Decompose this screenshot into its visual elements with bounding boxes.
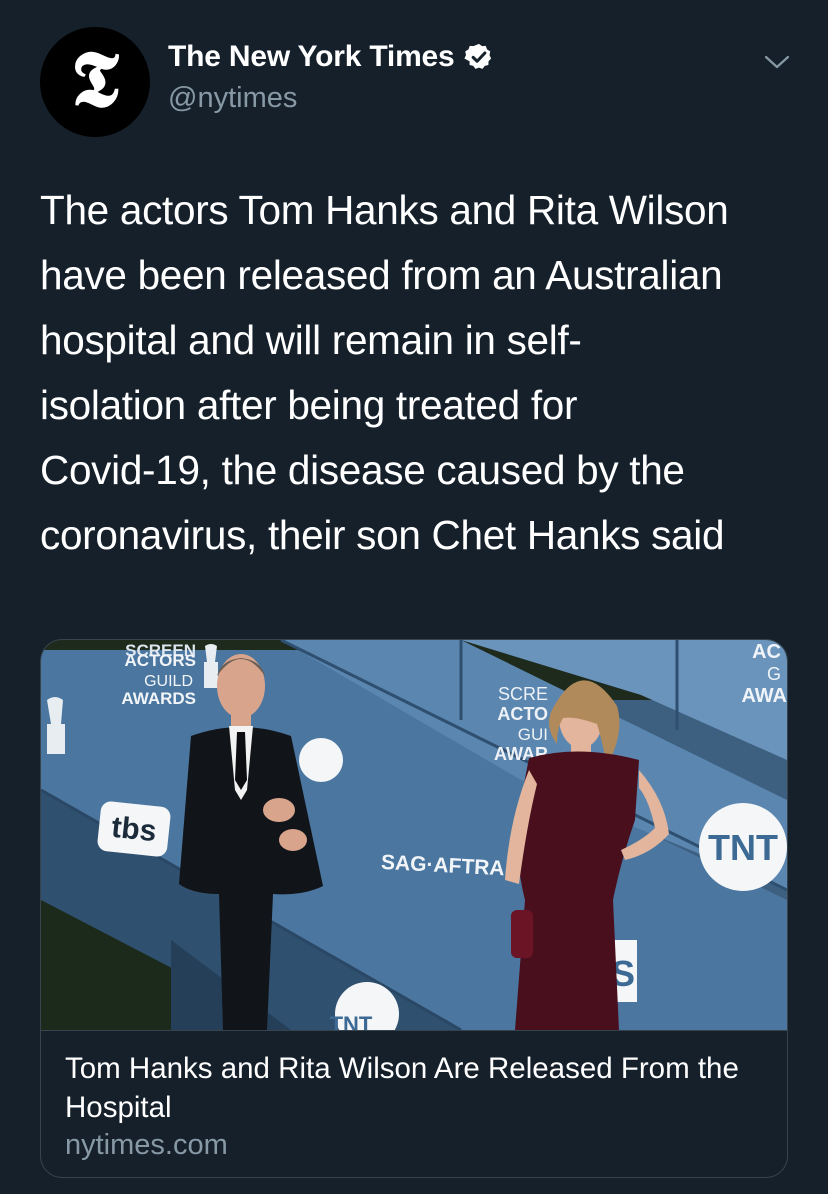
tbs-logo: tbs	[110, 811, 158, 849]
author-handle[interactable]: @nytimes	[168, 82, 297, 115]
tweet-text-line: coronavirus, their son Chet Hanks said	[40, 512, 725, 558]
sag-sign-line: AC	[752, 641, 781, 663]
verified-badge-icon	[463, 43, 491, 69]
author-name-row[interactable]: The New York Times	[168, 40, 494, 74]
tweet-text-line: hospital and will remain in self-	[40, 317, 582, 363]
tweet[interactable]: 𝕿 The New York Times @nytimes The actors…	[0, 0, 828, 1194]
nyt-logo-icon: 𝕿	[71, 34, 119, 125]
sag-sign-line: ACTORS	[125, 651, 196, 670]
author-display-name[interactable]: The New York Times	[168, 40, 455, 74]
tweet-text-line: Covid-19, the disease caused by the	[40, 447, 685, 493]
tnt-logo-bottom: TNT	[330, 1012, 373, 1030]
sag-sign-line: GUI	[518, 725, 548, 744]
link-card-title[interactable]: Tom Hanks and Rita Wilson Are Released F…	[65, 1049, 765, 1127]
link-card-info[interactable]: Tom Hanks and Rita Wilson Are Released F…	[41, 1030, 787, 1177]
article-photo[interactable]: SCREEN ACTORS GUILD AWARDS SCRE ACTO GUI…	[41, 640, 787, 1030]
chevron-down-icon[interactable]	[764, 52, 790, 72]
sag-sign-line: AWARDS	[121, 689, 196, 708]
sag-sign-line: AWA	[741, 685, 787, 707]
sag-sign-line: G	[767, 664, 781, 684]
link-card[interactable]: SCREEN ACTORS GUILD AWARDS SCRE ACTO GUI…	[40, 639, 788, 1178]
sag-sign-line: SCRE	[498, 684, 548, 704]
avatar[interactable]: 𝕿	[40, 27, 150, 137]
tweet-text-line: have been released from an Australian	[40, 252, 723, 298]
tnt-logo: TNT	[708, 827, 778, 868]
sag-sign-line: GUILD	[144, 673, 193, 690]
sag-sign-line: ACTO	[497, 704, 548, 724]
tweet-text-line: isolation after being treated for	[40, 382, 578, 428]
link-card-domain: nytimes.com	[65, 1129, 228, 1161]
tweet-text-line: The actors Tom Hanks and Rita Wilson	[40, 187, 729, 233]
tweet-text: The actors Tom Hanks and Rita Wilson hav…	[40, 178, 800, 568]
